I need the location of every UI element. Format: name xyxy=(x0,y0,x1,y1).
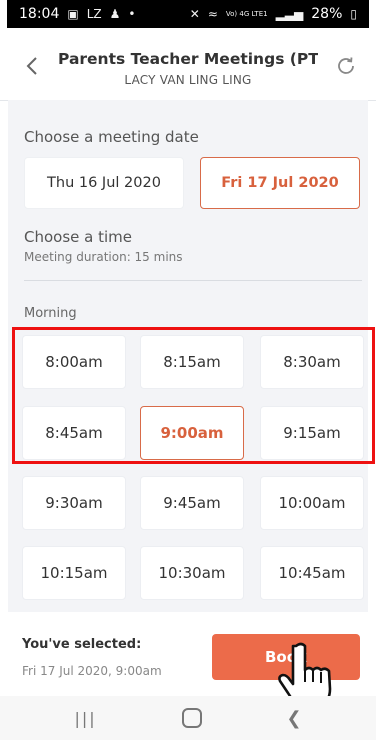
home-icon[interactable] xyxy=(181,708,202,728)
wifi-icon: ≈ xyxy=(207,7,218,21)
selected-value: Fri 17 Jul 2020, 9:00am xyxy=(22,664,162,678)
time-slot-10-45am[interactable]: 10:45am xyxy=(260,546,364,600)
back-nav-icon[interactable]: ❮ xyxy=(286,708,301,729)
dot-icon: • xyxy=(128,7,136,21)
time-slot-9-45am[interactable]: 9:45am xyxy=(140,476,244,530)
booking-form: Choose a meeting date Thu 16 Jul 2020 Fr… xyxy=(8,100,368,612)
time-slot-10-15am[interactable]: 10:15am xyxy=(22,546,126,600)
time-slot-9-15am[interactable]: 9:15am xyxy=(260,406,364,460)
date-option-thu-16-jul[interactable]: Thu 16 Jul 2020 xyxy=(24,157,184,209)
person-icon: ♟ xyxy=(109,7,121,21)
mute-icon: ✕ xyxy=(189,7,200,21)
time-slot-8-45am[interactable]: 8:45am xyxy=(22,406,126,460)
time-slot-10-00am[interactable]: 10:00am xyxy=(260,476,364,530)
time-slot-9-30am[interactable]: 9:30am xyxy=(22,476,126,530)
date-option-fri-17-jul[interactable]: Fri 17 Jul 2020 xyxy=(200,157,360,209)
header: Parents Teacher Meetings (PTM.. LACY VAN… xyxy=(0,28,376,101)
time-section-label: Choose a time xyxy=(24,228,132,246)
refresh-button[interactable] xyxy=(334,54,358,78)
network-label: Vo) 4G LTE1 xyxy=(225,10,268,18)
time-slot-10-30am[interactable]: 10:30am xyxy=(140,546,244,600)
signal-icon: ▂▃▅ xyxy=(275,7,304,21)
image-icon: ▣ xyxy=(67,7,79,21)
page-title: Parents Teacher Meetings (PTM.. xyxy=(58,50,318,68)
recent-apps-icon[interactable]: ||| xyxy=(74,709,96,728)
date-section-label: Choose a meeting date xyxy=(24,128,199,146)
meeting-duration: Meeting duration: 15 mins xyxy=(24,250,183,264)
time-slot-9-00am[interactable]: 9:00am xyxy=(140,406,244,460)
clock: 18:04 xyxy=(19,6,60,22)
selected-label: You've selected: xyxy=(22,637,142,652)
back-button[interactable] xyxy=(20,54,44,78)
time-slot-8-00am[interactable]: 8:00am xyxy=(22,335,126,389)
chevron-left-icon xyxy=(26,57,37,75)
page-subtitle: LACY VAN LING LING xyxy=(124,73,252,87)
divider xyxy=(24,280,362,281)
battery-icon: ▯ xyxy=(350,7,357,21)
time-slot-8-15am[interactable]: 8:15am xyxy=(140,335,244,389)
refresh-icon xyxy=(338,57,354,74)
status-bar: 18:04 ▣ LZ ♟ • ✕ ≈ Vo) 4G LTE1 ▂▃▅ 28% ▯ xyxy=(7,0,369,28)
lz-icon: LZ xyxy=(86,7,102,21)
system-nav-bar: ||| ❮ xyxy=(0,696,376,740)
period-label: Morning xyxy=(24,306,77,321)
battery-percent: 28% xyxy=(311,6,343,22)
time-slot-8-30am[interactable]: 8:30am xyxy=(260,335,364,389)
